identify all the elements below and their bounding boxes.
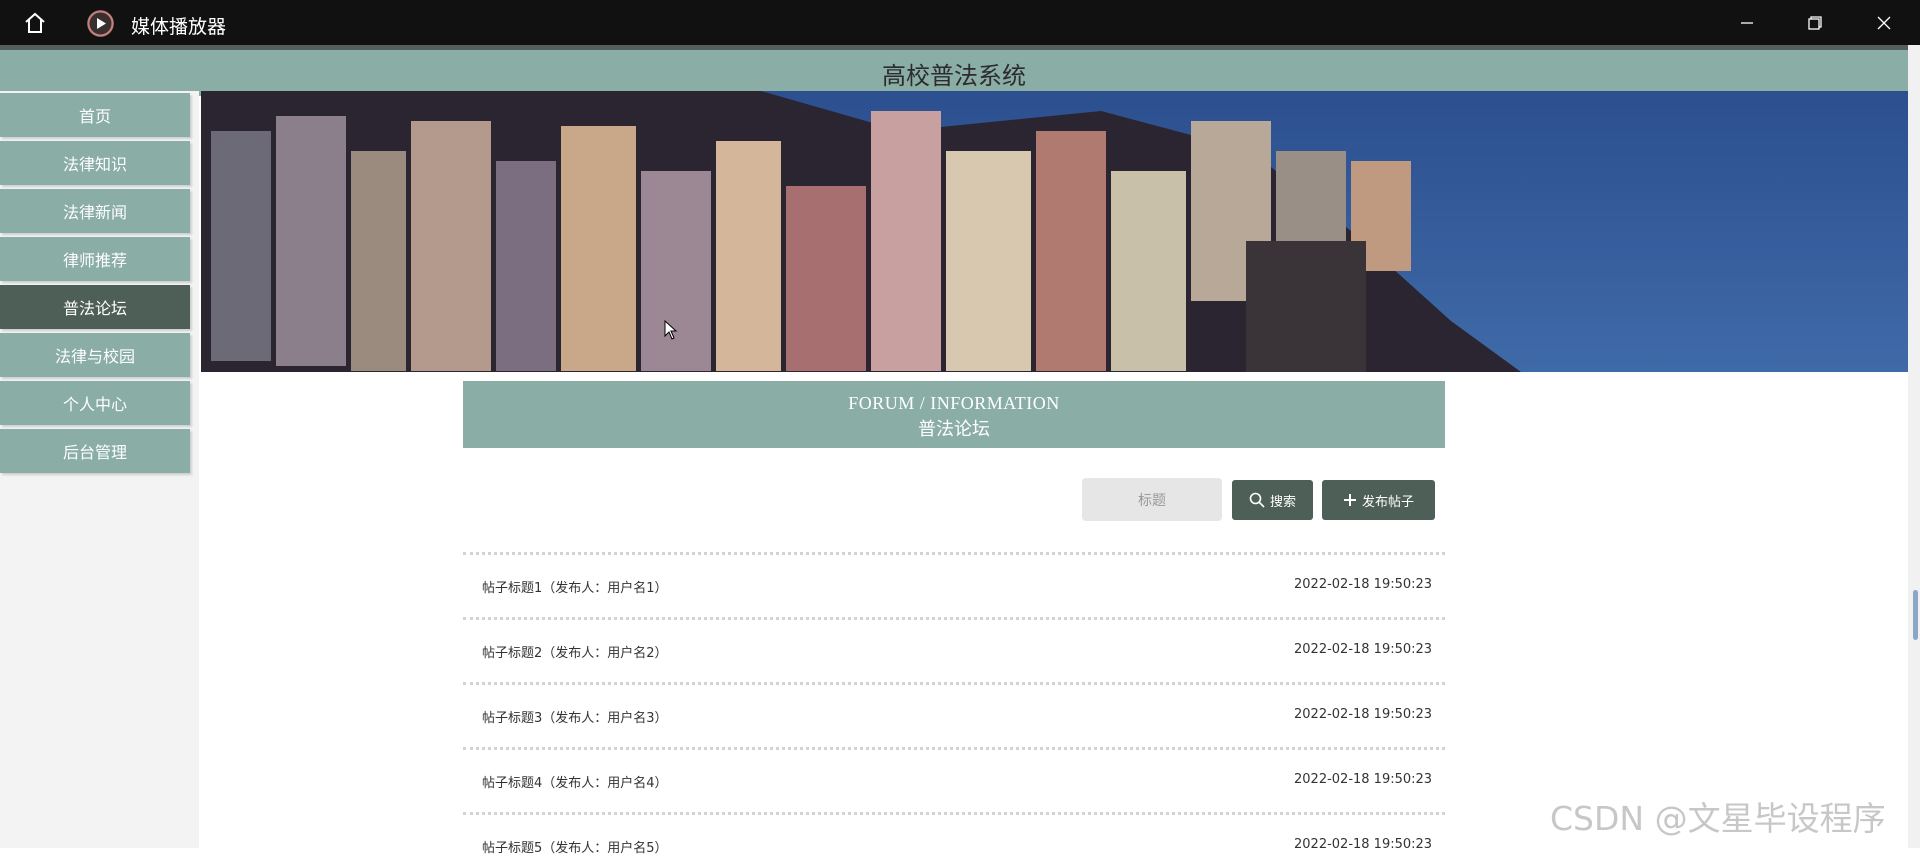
section-header: FORUM / INFORMATION 普法论坛 [463, 381, 1445, 448]
search-input[interactable]: 标题 [1082, 478, 1222, 521]
post-date: 2022-02-18 19:50:23 [1294, 577, 1433, 592]
banner-carousel[interactable] [201, 91, 1908, 372]
minimize-button[interactable] [1718, 0, 1776, 45]
search-button[interactable]: 搜索 [1232, 480, 1313, 520]
row-separator [463, 747, 1445, 750]
sidebar-item-legal-news[interactable]: 法律新闻 [0, 189, 190, 233]
media-player-icon [87, 10, 114, 37]
page-title: 高校普法系统 [0, 45, 1908, 96]
watermark: CSDN @文星毕设程序 [1550, 799, 1886, 838]
post-title[interactable]: 帖子标题3（发布人：用户名3） [482, 707, 668, 726]
publish-post-button[interactable]: 发布帖子 [1322, 480, 1435, 520]
row-separator [463, 617, 1445, 620]
restore-button[interactable] [1786, 0, 1844, 45]
row-separator [463, 552, 1445, 555]
post-date: 2022-02-18 19:50:23 [1294, 772, 1433, 787]
section-title-zh: 普法论坛 [918, 419, 990, 440]
post-date: 2022-02-18 19:50:23 [1294, 642, 1433, 657]
sidebar-item-lawyer-recommend[interactable]: 律师推荐 [0, 237, 190, 281]
sidebar-item-admin[interactable]: 后台管理 [0, 429, 190, 473]
post-title[interactable]: 帖子标题1（发布人：用户名1） [482, 577, 668, 596]
row-separator [463, 682, 1445, 685]
row-separator [463, 812, 1445, 815]
sidebar: 首页 法律知识 法律新闻 律师推荐 普法论坛 法律与校园 个人中心 后台管理 [0, 91, 199, 848]
mouse-cursor-icon [664, 319, 678, 345]
post-title[interactable]: 帖子标题4（发布人：用户名4） [482, 772, 668, 791]
post-date: 2022-02-18 19:50:23 [1294, 707, 1433, 722]
post-title[interactable]: 帖子标题5（发布人：用户名5） [482, 837, 668, 856]
banner-image [201, 91, 1908, 372]
plus-icon [1343, 494, 1356, 506]
post-date: 2022-02-18 19:50:23 [1294, 837, 1433, 852]
window-titlebar: 媒体播放器 [0, 0, 1920, 45]
close-button[interactable] [1855, 0, 1913, 45]
post-title[interactable]: 帖子标题2（发布人：用户名2） [482, 642, 668, 661]
sidebar-item-personal-center[interactable]: 个人中心 [0, 381, 190, 425]
sidebar-item-law-and-campus[interactable]: 法律与校园 [0, 333, 190, 377]
publish-post-label: 发布帖子 [1361, 494, 1414, 510]
sidebar-item-legal-knowledge[interactable]: 法律知识 [0, 141, 190, 185]
section-title-en: FORUM / INFORMATION [848, 393, 1060, 413]
sidebar-item-home[interactable]: 首页 [0, 93, 190, 137]
vertical-scrollbar[interactable] [1908, 45, 1920, 848]
sidebar-item-forum[interactable]: 普法论坛 [0, 285, 190, 329]
scrollbar-thumb[interactable] [1913, 590, 1918, 640]
window-title: 媒体播放器 [131, 16, 227, 38]
search-button-label: 搜索 [1269, 494, 1296, 510]
home-icon[interactable] [22, 10, 48, 36]
search-icon [1249, 492, 1265, 508]
